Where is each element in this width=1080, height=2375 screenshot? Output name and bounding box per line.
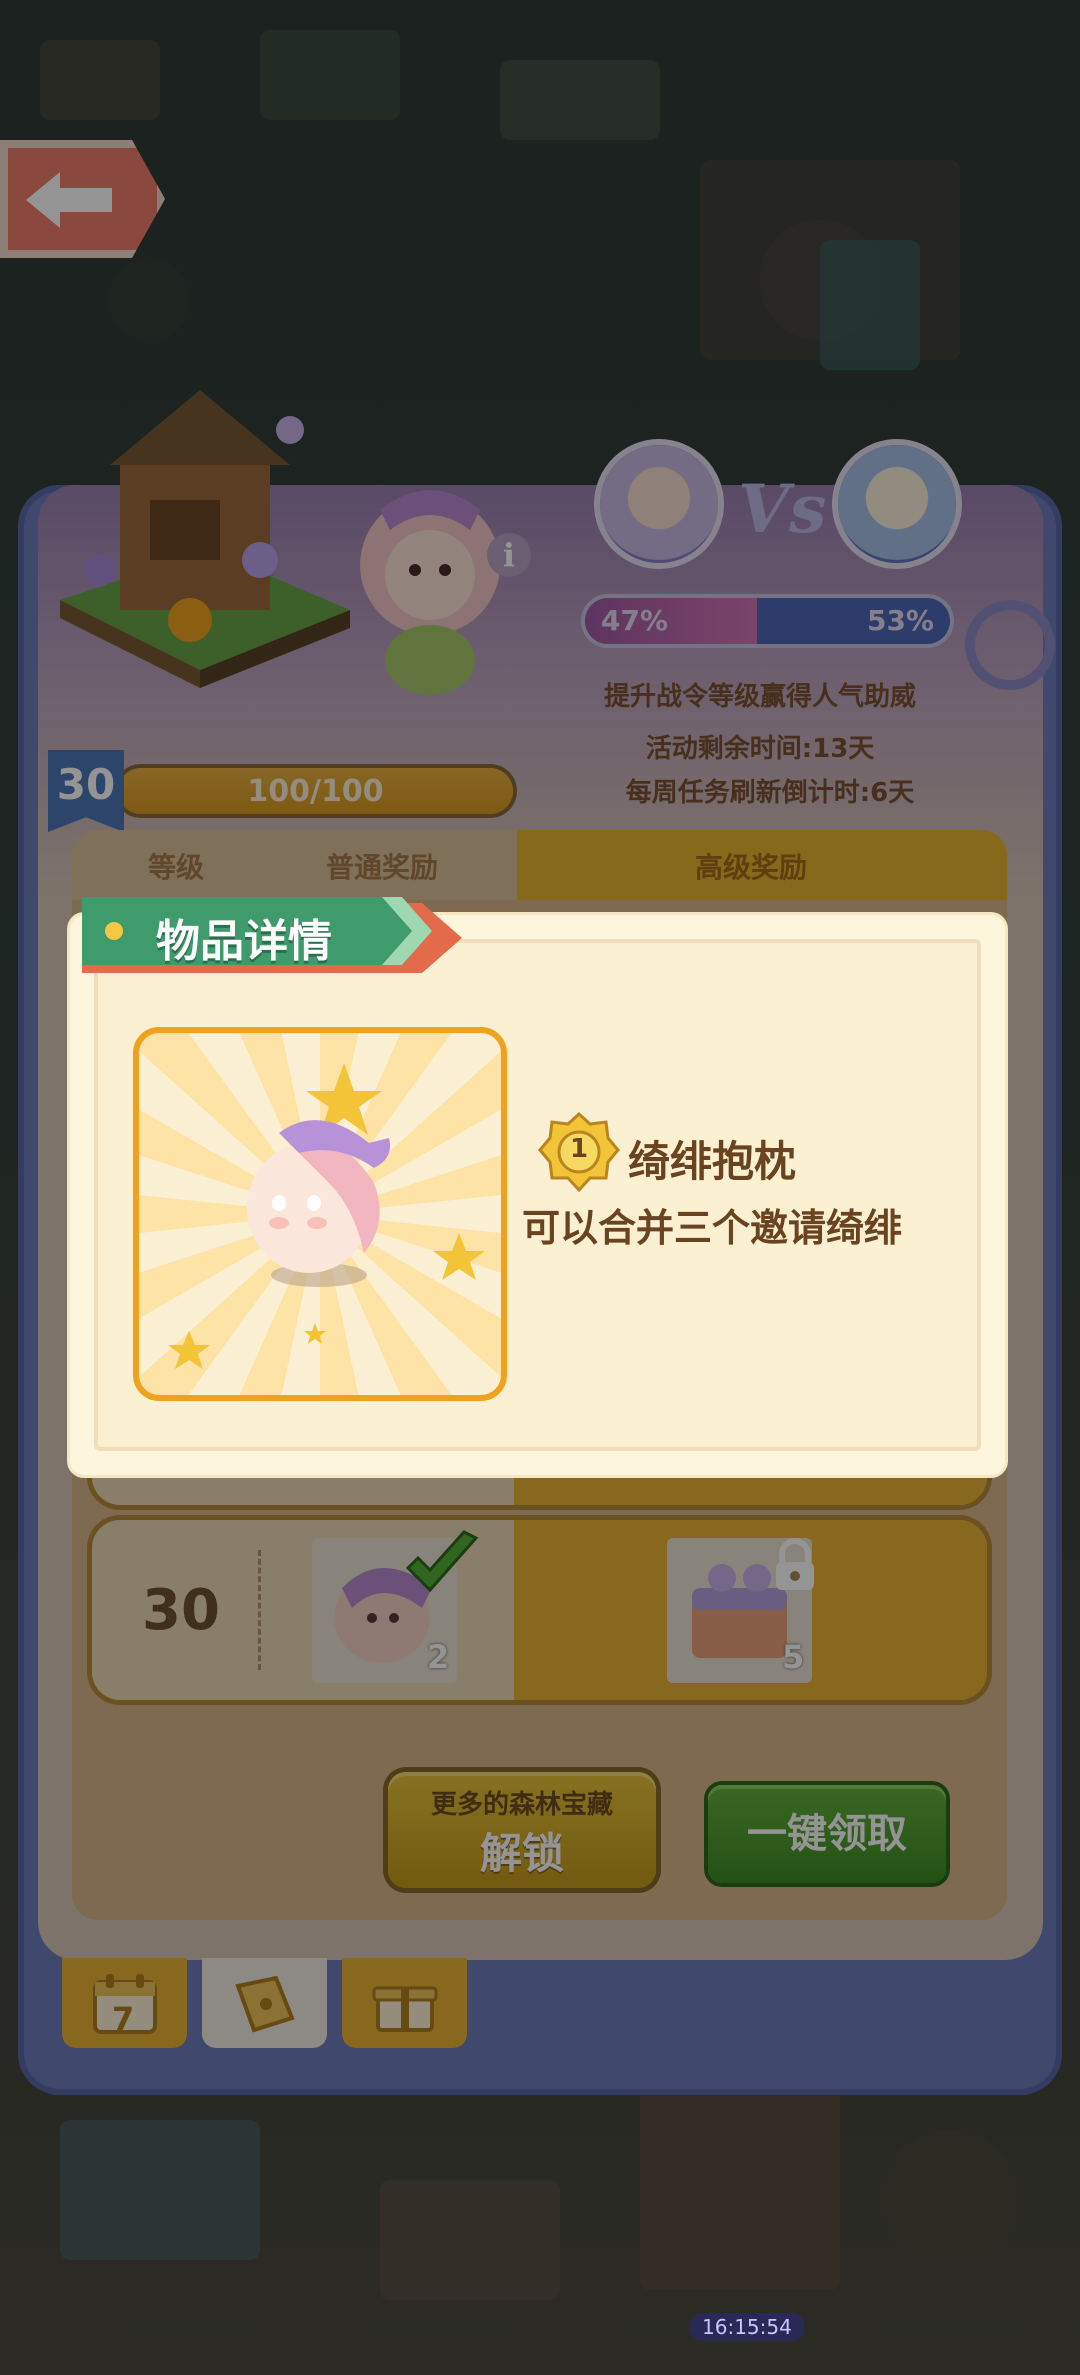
clock-time: 16:15:54 (690, 2313, 804, 2341)
item-description: 可以合并三个邀请绮绯 (522, 1206, 903, 1250)
pillow-item-icon (168, 1063, 485, 1369)
modal-title: 物品详情 (156, 916, 332, 967)
item-preview (133, 1027, 507, 1401)
item-name: 绮绯抱枕 (628, 1137, 797, 1186)
item-level-number: 1 (569, 1134, 589, 1164)
level-coin-icon: 1 (538, 1111, 620, 1198)
